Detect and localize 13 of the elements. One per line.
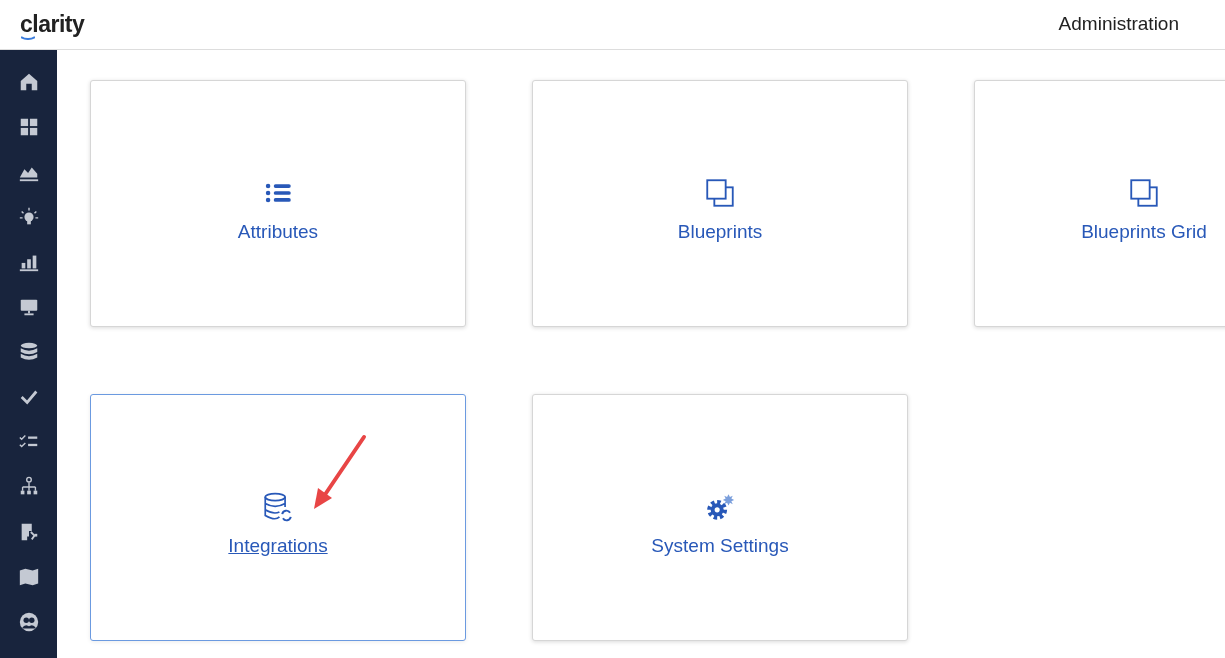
card-link[interactable]: System Settings (651, 532, 789, 561)
admin-card[interactable]: Integrations (90, 394, 466, 641)
admin-card[interactable]: Attributes (90, 80, 466, 327)
admin-card[interactable]: System Settings (532, 394, 908, 641)
users-circle-icon[interactable] (17, 610, 40, 633)
admin-card[interactable]: Blueprints Grid (974, 80, 1225, 327)
admin-card[interactable]: Blueprints (532, 80, 908, 327)
card-link[interactable]: Attributes (237, 218, 319, 247)
logo: clarity (20, 10, 85, 42)
card-link[interactable]: Integrations (228, 532, 328, 561)
card-link[interactable]: Blueprints Grid (1081, 218, 1207, 247)
card-link[interactable]: Blueprints (677, 218, 763, 247)
page-title: Administration (1058, 12, 1179, 37)
